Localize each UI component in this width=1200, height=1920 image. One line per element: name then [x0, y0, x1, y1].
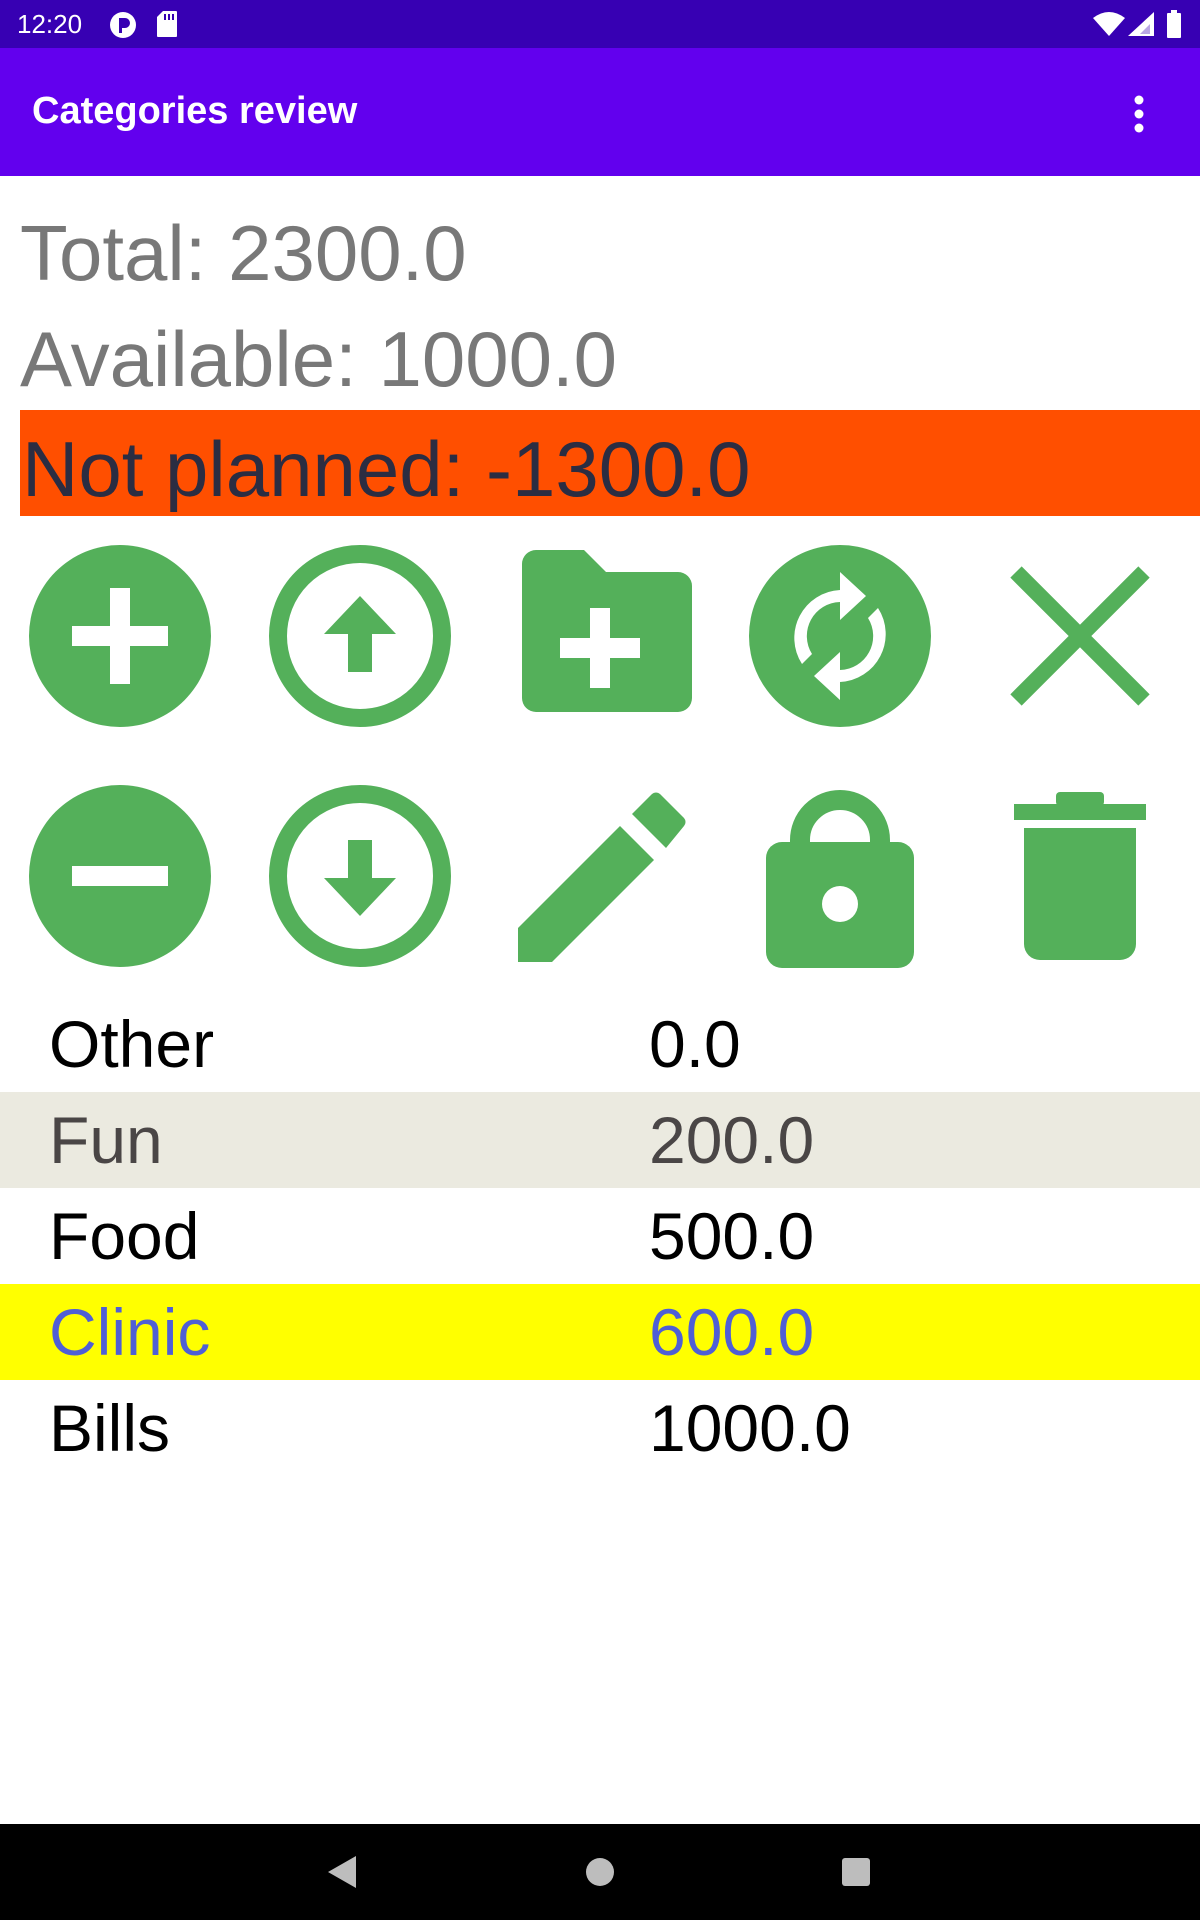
status-time: 12:20 [17, 9, 83, 39]
add-circle-icon [29, 545, 211, 727]
category-row[interactable]: Food 500.0 [0, 1188, 1200, 1284]
category-name: Clinic [49, 1295, 211, 1369]
home-icon[interactable] [576, 1848, 624, 1896]
sd-card-icon [156, 10, 178, 43]
sync-icon [749, 545, 931, 727]
close-icon [1010, 566, 1150, 706]
notification-icon [108, 10, 138, 45]
wifi-icon [1093, 12, 1125, 41]
close-button[interactable] [988, 544, 1172, 728]
signal-icon [1128, 12, 1154, 41]
category-name: Other [49, 1007, 215, 1081]
lock-button[interactable] [748, 784, 932, 968]
back-icon[interactable] [318, 1848, 366, 1896]
edit-button[interactable] [508, 784, 692, 968]
sync-button[interactable] [748, 544, 932, 728]
delete-icon [1014, 792, 1146, 960]
create-folder-button[interactable] [508, 544, 692, 728]
category-row[interactable]: Bills 1000.0 [0, 1380, 1200, 1476]
add-category-button[interactable] [28, 544, 212, 728]
nav-bar [0, 1824, 1200, 1920]
move-down-button[interactable] [268, 784, 452, 968]
category-name: Food [49, 1199, 200, 1273]
total-text: Total: 2300.0 [20, 209, 467, 297]
category-value: 0.0 [649, 1007, 741, 1081]
page-title: Categories review [32, 90, 358, 132]
remove-circle-icon [29, 785, 211, 967]
lock-icon [766, 790, 914, 968]
status-bar: 12:20 [0, 0, 1200, 48]
category-row[interactable]: Other 0.0 [0, 996, 1200, 1092]
move-down-icon [269, 785, 451, 967]
recents-icon[interactable] [832, 1848, 880, 1896]
not-planned-banner: Not planned: -1300.0 [20, 410, 1200, 516]
category-row[interactable]: Fun 200.0 [0, 1092, 1200, 1188]
not-planned-text: Not planned: -1300.0 [22, 425, 751, 513]
battery-icon [1166, 10, 1182, 43]
edit-icon [518, 792, 686, 962]
category-value: 600.0 [649, 1295, 815, 1369]
category-value: 200.0 [649, 1103, 815, 1177]
remove-category-button[interactable] [28, 784, 212, 968]
create-folder-icon [522, 550, 692, 712]
delete-button[interactable] [988, 784, 1172, 968]
category-name: Bills [49, 1391, 171, 1465]
move-up-icon [269, 545, 451, 727]
more-vert-icon[interactable] [1123, 90, 1155, 138]
category-name: Fun [49, 1103, 163, 1177]
app-bar: Categories review [0, 48, 1200, 176]
move-up-button[interactable] [268, 544, 452, 728]
category-value: 500.0 [649, 1199, 815, 1273]
available-text: Available: 1000.0 [20, 315, 618, 403]
category-value: 1000.0 [649, 1391, 851, 1465]
category-row[interactable]: Clinic 600.0 [0, 1284, 1200, 1380]
